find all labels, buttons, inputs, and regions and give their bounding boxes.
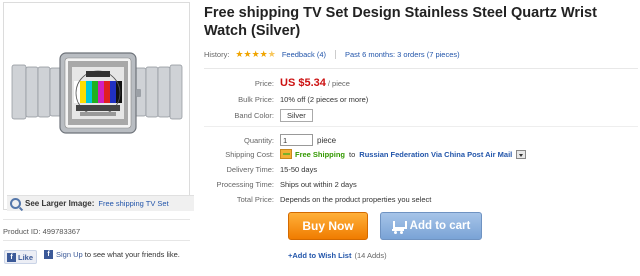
wishlist-count: (14 Adds) [354,251,387,260]
wishlist-row: +Add to Wish List (14 Adds) [288,251,387,260]
band-color-row: Band Color: Silver [204,109,313,122]
shipping-dropdown-icon[interactable] [516,149,527,159]
delivery-value: 15-50 days [280,165,318,174]
product-image[interactable] [10,13,184,173]
total-price-row: Total Price: Depends on the product prop… [204,195,431,204]
star-icon: ★ [259,49,268,59]
band-color-option[interactable]: Silver [280,109,313,122]
magnifier-icon [10,198,21,209]
delivery-label: Delivery Time: [226,165,274,174]
price-unit: / piece [327,79,350,88]
star-icon: ★ [243,49,252,59]
quantity-input[interactable]: 1 [280,134,313,146]
shipping-to: to [349,149,356,159]
bulk-price-value: 10% off (2 pieces or more) [280,95,369,104]
history-label: History: [204,50,230,59]
left-divider [3,219,190,220]
add-to-cart-button[interactable]: Add to cart [380,212,482,240]
half-star-icon: ★ [267,49,276,59]
divider [204,126,638,127]
quantity-label: Quantity: [243,135,274,145]
price-value: US $5.34 [280,77,326,89]
product-id: Product ID: 499783367 [3,227,81,236]
cart-icon [391,221,407,234]
facebook-signup-text: Sign Up to see what your friends like. [56,250,186,260]
facebook-like-button[interactable]: f Like [4,250,37,264]
divider [335,50,336,59]
star-icon: ★ [235,49,244,59]
divider [204,68,638,69]
delivery-row: Delivery Time: 15-50 days [204,165,317,174]
history-row: History: ★ ★ ★ ★ ★ Feedback (4) Past 6 m… [204,50,460,59]
signup-text: to see what your friends like. [82,250,180,259]
left-divider [3,240,190,241]
see-larger-link[interactable]: Free shipping TV Set [98,199,168,208]
processing-row: Processing Time: Ships out within 2 days [204,180,357,189]
bulk-price-label: Bulk Price: [238,95,274,104]
signup-link[interactable]: Sign Up [56,250,83,259]
feedback-link[interactable]: Feedback (4) [282,50,326,59]
see-larger-label: See Larger Image: [25,199,95,208]
buy-now-button[interactable]: Buy Now [288,212,368,240]
product-image-frame[interactable]: See Larger Image: Free shipping TV Set [3,2,194,211]
total-price-label: Total Price: [236,195,274,204]
processing-value: Ships out within 2 days [280,180,357,189]
processing-label: Processing Time: [216,180,274,189]
total-price-value: Depends on the product properties you se… [280,195,432,204]
product-title: Free shipping TV Set Design Stainless St… [204,5,597,39]
like-label: Like [18,252,34,262]
band-color-label: Band Color: [234,111,274,120]
price-label: Price: [254,78,274,88]
facebook-icon: f [7,252,16,262]
orders-link[interactable]: Past 6 months: 3 orders (7 pieces) [345,50,460,59]
shipping-box-icon [280,149,292,159]
price-row: Price: US $5.34/ piece [204,77,350,89]
shipping-label: Shipping Cost: [225,149,274,159]
shipping-destination-link[interactable]: Russian Federation Via China Post Air Ma… [359,150,512,159]
free-shipping-text: Free Shipping [295,149,346,159]
bulk-price-row: Bulk Price: 10% off (2 pieces or more) [204,95,368,104]
quantity-unit: piece [317,135,337,145]
facebook-icon: f [44,250,53,259]
add-to-wishlist-link[interactable]: +Add to Wish List [288,251,351,260]
rating-stars: ★ ★ ★ ★ ★ [235,50,275,59]
quantity-row: Quantity: 1 piece [204,134,336,146]
add-to-cart-label: Add to cart [409,220,471,232]
shipping-row: Shipping Cost: Free Shipping to Russian … [204,149,527,159]
see-larger-image-bar[interactable]: See Larger Image: Free shipping TV Set [7,195,194,211]
star-icon: ★ [251,49,260,59]
